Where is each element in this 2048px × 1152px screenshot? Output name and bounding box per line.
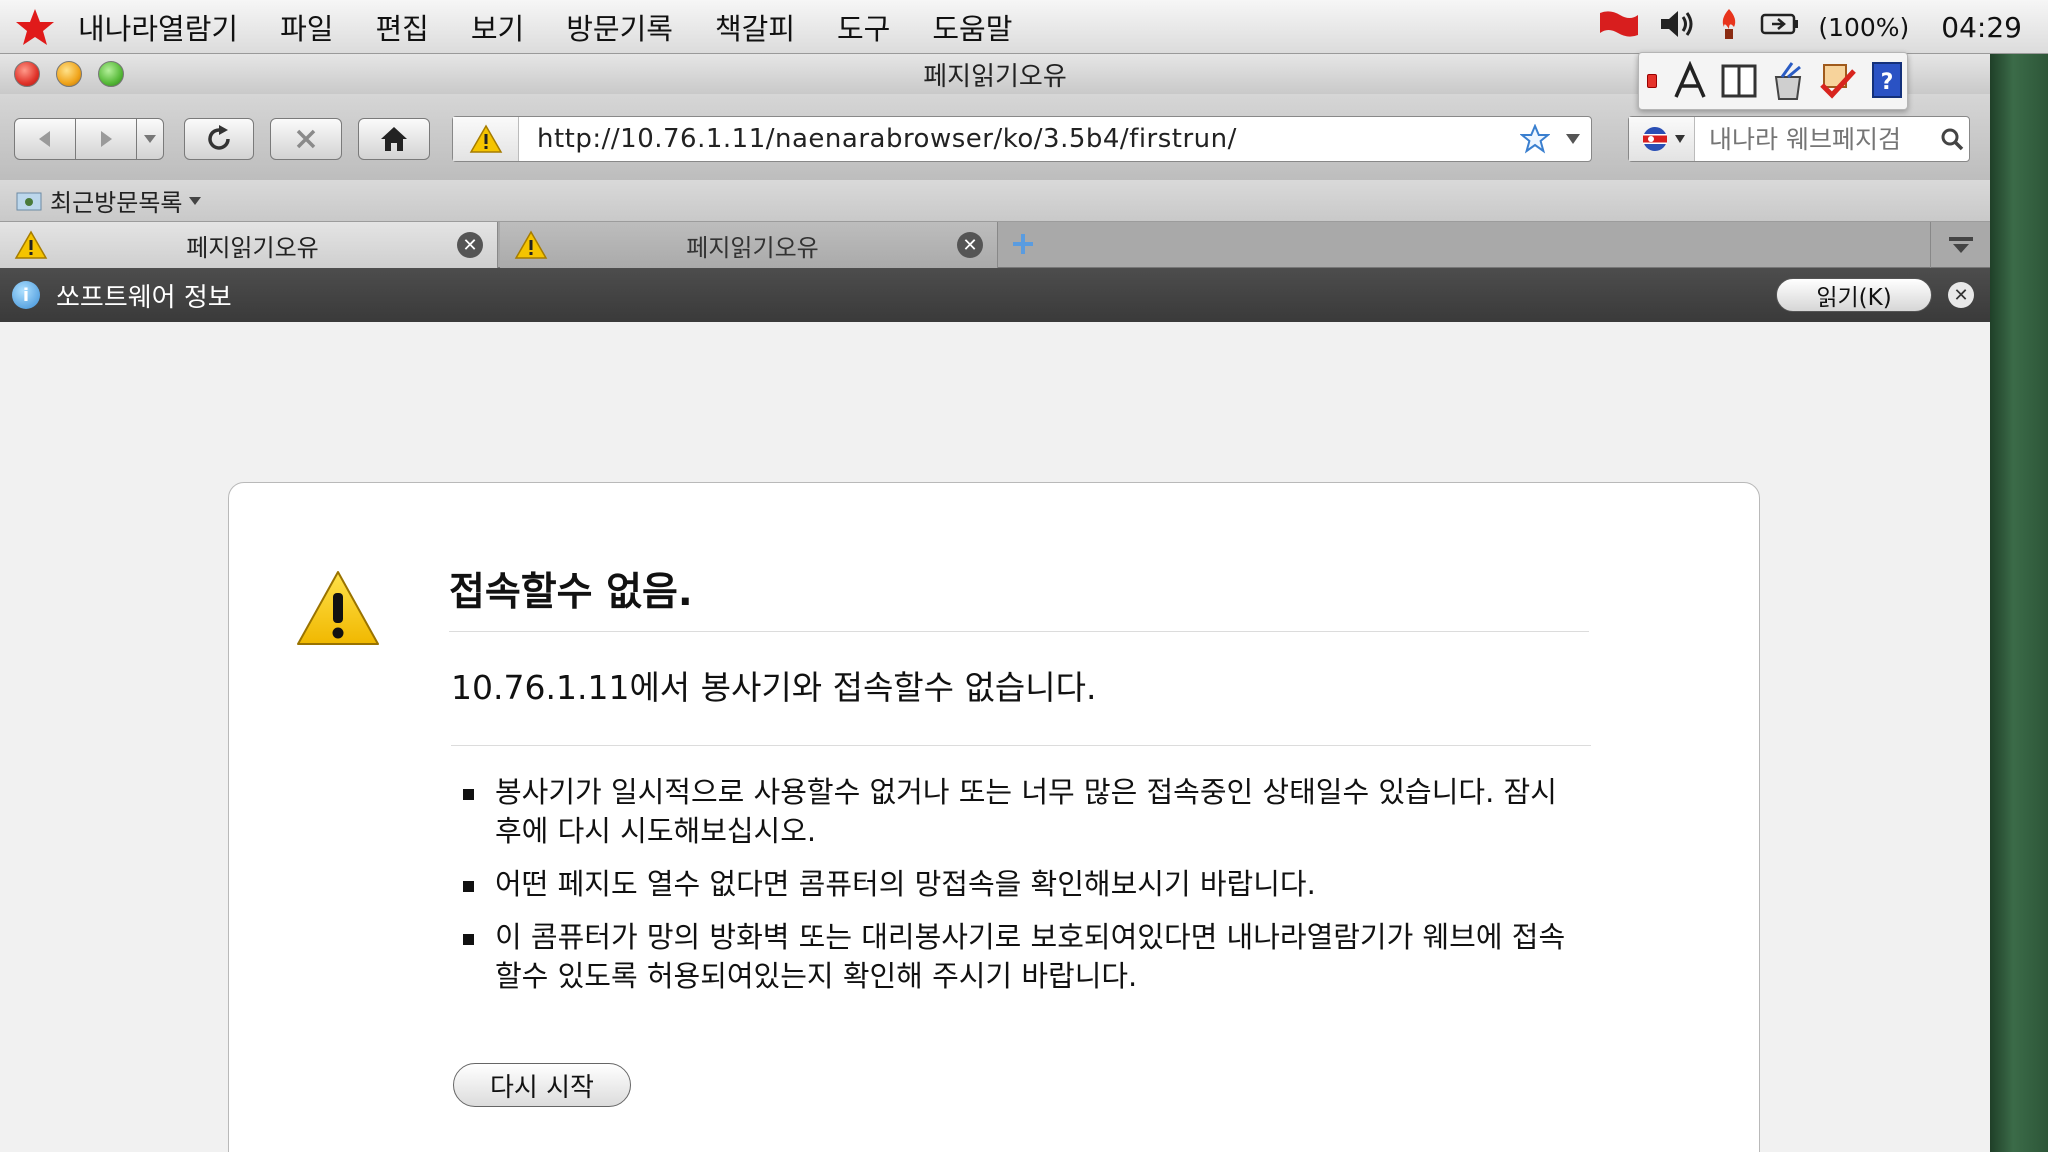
suggestion-item: 어떤 페지도 열수 없다면 콤퓨터의 망접속을 확인해보시기 바랍니다. bbox=[451, 865, 1571, 904]
warning-icon bbox=[514, 230, 548, 259]
home-icon bbox=[381, 127, 407, 151]
new-tab-button[interactable] bbox=[1010, 231, 1036, 261]
warning-icon bbox=[14, 230, 48, 259]
recent-folder-icon bbox=[16, 192, 42, 210]
zoom-window-button[interactable] bbox=[98, 61, 124, 87]
clock[interactable]: 04:29 bbox=[1941, 11, 2022, 44]
search-bar[interactable] bbox=[1628, 116, 1970, 162]
suggestion-item: 봉사기가 일시적으로 사용할수 없거나 또는 너무 많은 접속중인 상태일수 있… bbox=[451, 773, 1571, 851]
menu-history[interactable]: 방문기록 bbox=[545, 6, 694, 48]
palette-close-icon[interactable] bbox=[1647, 74, 1657, 88]
forward-arrow-icon bbox=[101, 131, 112, 147]
close-window-button[interactable] bbox=[14, 61, 40, 87]
tab-list-icon bbox=[1948, 237, 1973, 253]
error-suggestions: 봉사기가 일시적으로 사용할수 없거나 또는 너무 많은 접속중인 상태일수 있… bbox=[451, 773, 1591, 1010]
search-engine-selector[interactable] bbox=[1629, 117, 1695, 161]
chevron-down-icon bbox=[1675, 135, 1685, 143]
menu-bookmarks[interactable]: 책갈피 bbox=[694, 6, 816, 48]
checklist-icon[interactable] bbox=[1818, 59, 1858, 103]
tab-bar: 페지읽기오유 ✕ 페지읽기오유 ✕ bbox=[0, 222, 1990, 268]
flag-icon[interactable] bbox=[1598, 9, 1640, 46]
red-star-icon[interactable] bbox=[0, 7, 70, 47]
forward-button[interactable] bbox=[75, 118, 137, 160]
recent-history-menu[interactable]: 최근방문목록 bbox=[50, 183, 182, 218]
battery-percent: (100%) bbox=[1818, 12, 1910, 42]
error-subtitle: 10.76.1.11에서 봉사기와 접속할수 없습니다. bbox=[451, 661, 1591, 746]
warning-icon bbox=[295, 569, 381, 651]
volume-icon[interactable] bbox=[1658, 8, 1698, 47]
tab-1[interactable]: 페지읽기오유 ✕ bbox=[0, 222, 498, 268]
address-bar[interactable]: http://10.76.1.11/naenarabrowser/ko/3.5b… bbox=[452, 116, 1592, 162]
font-icon[interactable] bbox=[1671, 59, 1710, 103]
home-button[interactable] bbox=[358, 118, 430, 160]
error-panel: 접속할수 없음. 10.76.1.11에서 봉사기와 접속할수 없습니다. 봉사… bbox=[228, 482, 1760, 1152]
menu-file[interactable]: 파일 bbox=[259, 6, 354, 48]
suggestion-item: 이 콤퓨터가 망의 방화벽 또는 대리봉사기로 보호되여있다면 내나라열람기가 … bbox=[451, 918, 1571, 996]
window-title: 페지읽기오유 bbox=[923, 61, 1067, 92]
chevron-down-icon bbox=[189, 196, 202, 205]
tab-2[interactable]: 페지읽기오유 ✕ bbox=[500, 222, 998, 268]
menu-app-name[interactable]: 내나라열람기 bbox=[70, 6, 259, 48]
desktop-background bbox=[1990, 0, 2048, 1152]
url-text[interactable]: http://10.76.1.11/naenarabrowser/ko/3.5b… bbox=[519, 124, 1515, 154]
minimize-window-button[interactable] bbox=[56, 61, 82, 87]
tab-2-label: 페지읽기오유 bbox=[686, 233, 819, 262]
reload-icon bbox=[208, 125, 230, 150]
tab-1-close-icon[interactable]: ✕ bbox=[457, 232, 483, 258]
site-warning-icon[interactable] bbox=[453, 117, 519, 161]
retry-button[interactable]: 다시 시작 bbox=[453, 1063, 631, 1107]
torch-icon[interactable] bbox=[1716, 7, 1742, 48]
engine-flag-icon bbox=[1643, 127, 1667, 151]
tab-list-button[interactable] bbox=[1930, 222, 1990, 268]
svg-text:?: ? bbox=[1881, 70, 1894, 95]
chevron-down-icon bbox=[144, 135, 156, 143]
window-controls bbox=[14, 61, 124, 87]
menu-status-area: (100%) 04:29 bbox=[1598, 0, 2022, 54]
menu-tools[interactable]: 도구 bbox=[816, 6, 911, 48]
bookmark-star-icon[interactable] bbox=[1515, 124, 1555, 154]
menu-view[interactable]: 보기 bbox=[450, 6, 545, 48]
url-history-dropdown[interactable] bbox=[1555, 133, 1591, 145]
notification-message: 쏘프트웨어 정보 bbox=[56, 282, 232, 313]
tab-1-label: 페지읽기오유 bbox=[186, 233, 319, 262]
menu-edit[interactable]: 편집 bbox=[354, 6, 449, 48]
plus-icon bbox=[1013, 234, 1033, 254]
browser-window: 페지읽기오유 http://10.76.1.11/naenarabrowser/… bbox=[0, 54, 1990, 1152]
help-book-icon[interactable]: ? bbox=[1868, 59, 1907, 103]
page-content: 접속할수 없음. 10.76.1.11에서 봉사기와 접속할수 없습니다. 봉사… bbox=[0, 322, 1990, 1152]
error-title: 접속할수 없음. bbox=[449, 561, 1589, 632]
search-input[interactable] bbox=[1695, 124, 1935, 154]
bookmarks-bar: 최근방문목록 bbox=[0, 180, 1990, 222]
tool-palette: ? bbox=[1638, 52, 1908, 110]
info-icon: i bbox=[12, 281, 40, 309]
battery-icon[interactable] bbox=[1760, 11, 1800, 44]
menu-bar: 내나라열람기 파일 편집 보기 방문기록 책갈피 도구 도움말 (100%) 0… bbox=[0, 0, 2048, 54]
tab-2-close-icon[interactable]: ✕ bbox=[957, 232, 983, 258]
search-icon[interactable] bbox=[1935, 127, 1969, 151]
read-button[interactable]: 읽기(K) bbox=[1776, 278, 1932, 312]
brush-cup-icon[interactable] bbox=[1769, 59, 1808, 103]
notification-bar: i 쏘프트웨어 정보 읽기(K) ✕ bbox=[0, 268, 1990, 322]
back-arrow-icon bbox=[39, 131, 50, 147]
columns-icon[interactable] bbox=[1720, 59, 1759, 103]
reload-button[interactable] bbox=[184, 118, 254, 160]
back-button[interactable] bbox=[14, 118, 76, 160]
stop-button[interactable] bbox=[270, 118, 342, 160]
menu-help[interactable]: 도움말 bbox=[911, 6, 1033, 48]
stop-icon bbox=[296, 129, 316, 149]
notification-close-icon[interactable]: ✕ bbox=[1948, 282, 1974, 308]
history-dropdown-button[interactable] bbox=[136, 118, 164, 160]
